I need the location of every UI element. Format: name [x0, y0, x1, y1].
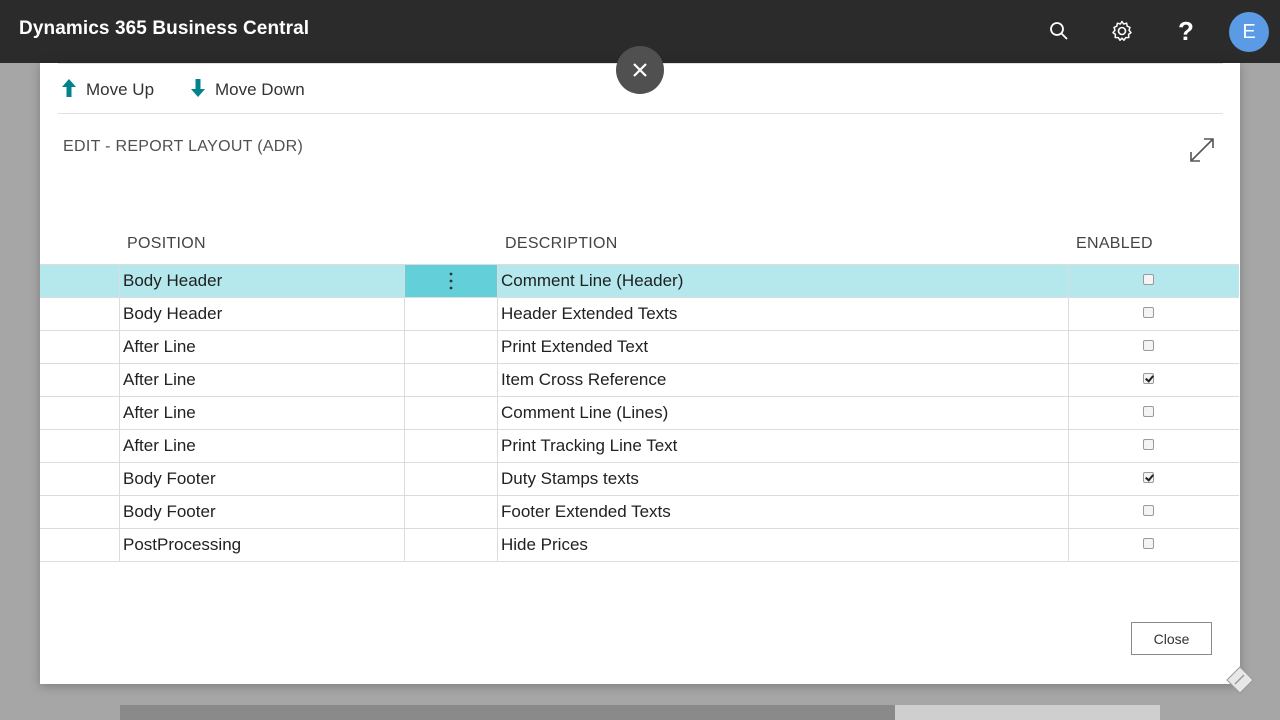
enabled-checkbox[interactable] [1142, 339, 1154, 351]
description-cell[interactable]: Comment Line (Header) [498, 265, 1069, 297]
enabled-checkbox[interactable] [1142, 372, 1154, 384]
row-menu-cell[interactable] [405, 430, 498, 462]
description-cell[interactable]: Item Cross Reference [498, 364, 1069, 396]
more-vertical-icon[interactable] [448, 272, 454, 290]
enabled-cell [1069, 430, 1239, 462]
row-selector[interactable] [40, 397, 120, 429]
position-cell[interactable]: Body Header [120, 298, 405, 330]
position-cell[interactable]: PostProcessing [120, 529, 405, 561]
row-selector[interactable] [40, 529, 120, 561]
column-header-enabled[interactable]: ENABLED [1076, 235, 1153, 253]
enabled-checkbox[interactable] [1142, 405, 1154, 417]
position-cell[interactable]: After Line [120, 430, 405, 462]
enabled-cell [1069, 331, 1239, 363]
gear-icon[interactable] [1107, 16, 1137, 46]
dialog-title: EDIT - REPORT LAYOUT (ADR) [63, 138, 304, 155]
row-selector[interactable] [40, 265, 120, 297]
arrow-down-icon [189, 78, 207, 103]
enabled-cell [1069, 496, 1239, 528]
position-cell[interactable]: After Line [120, 364, 405, 396]
enabled-cell [1069, 265, 1239, 297]
row-menu-cell[interactable] [405, 265, 498, 297]
row-menu-cell[interactable] [405, 463, 498, 495]
table-row[interactable]: Body Header Comment Line (Header) [40, 264, 1239, 298]
position-cell[interactable]: Body Footer [120, 496, 405, 528]
move-down-label: Move Down [215, 80, 305, 99]
description-cell[interactable]: Comment Line (Lines) [498, 397, 1069, 429]
enabled-cell [1069, 463, 1239, 495]
edit-report-layout-dialog: Move Up Move Down EDIT - REPORT LAYOUT (… [40, 46, 1240, 684]
description-cell[interactable]: Print Tracking Line Text [498, 430, 1069, 462]
row-selector[interactable] [40, 463, 120, 495]
description-cell[interactable]: Header Extended Texts [498, 298, 1069, 330]
enabled-cell [1069, 298, 1239, 330]
app-title: Dynamics 365 Business Central [19, 18, 310, 39]
enabled-cell [1069, 529, 1239, 561]
table-row[interactable]: Body Header Header Extended Texts [40, 298, 1239, 331]
expand-icon[interactable] [1187, 135, 1217, 165]
row-menu-cell[interactable] [405, 298, 498, 330]
row-menu-cell[interactable] [405, 331, 498, 363]
feedback-icon[interactable] [1225, 665, 1255, 700]
position-cell[interactable]: After Line [120, 397, 405, 429]
table-body: Body Header Comment Line (Header) Body Hea… [40, 264, 1239, 562]
enabled-checkbox[interactable] [1142, 471, 1154, 483]
search-icon[interactable] [1044, 16, 1074, 46]
row-menu-cell[interactable] [405, 397, 498, 429]
close-icon[interactable] [616, 46, 664, 94]
table-row[interactable]: After Line Item Cross Reference [40, 364, 1239, 397]
position-cell[interactable]: Body Footer [120, 463, 405, 495]
column-header-position[interactable]: POSITION [127, 235, 206, 253]
enabled-checkbox[interactable] [1142, 306, 1154, 318]
layout-table: POSITION DESCRIPTION ENABLED Body Header… [40, 230, 1239, 562]
row-selector[interactable] [40, 331, 120, 363]
position-cell[interactable]: Body Header [120, 265, 405, 297]
arrow-up-icon [60, 78, 78, 103]
row-menu-cell[interactable] [405, 364, 498, 396]
row-menu-cell[interactable] [405, 529, 498, 561]
row-selector[interactable] [40, 496, 120, 528]
row-selector[interactable] [40, 364, 120, 396]
background-scrollbar-thumb [120, 705, 895, 720]
description-cell[interactable]: Print Extended Text [498, 331, 1069, 363]
table-row[interactable]: After Line Print Extended Text [40, 331, 1239, 364]
help-icon[interactable]: ? [1171, 16, 1201, 46]
row-selector[interactable] [40, 298, 120, 330]
enabled-checkbox[interactable] [1142, 273, 1154, 285]
avatar[interactable]: E [1229, 12, 1269, 52]
table-row[interactable]: Body Footer Duty Stamps texts [40, 463, 1239, 496]
table-row[interactable]: PostProcessing Hide Prices [40, 529, 1239, 562]
column-header-description[interactable]: DESCRIPTION [505, 235, 618, 253]
table-header: POSITION DESCRIPTION ENABLED [40, 230, 1239, 264]
move-up-label: Move Up [86, 80, 155, 99]
description-cell[interactable]: Footer Extended Texts [498, 496, 1069, 528]
description-cell[interactable]: Hide Prices [498, 529, 1069, 561]
move-up-button[interactable]: Move Up [60, 78, 154, 102]
table-row[interactable]: After Line Comment Line (Lines) [40, 397, 1239, 430]
description-cell[interactable]: Duty Stamps texts [498, 463, 1069, 495]
enabled-cell [1069, 397, 1239, 429]
table-row[interactable]: Body Footer Footer Extended Texts [40, 496, 1239, 529]
enabled-cell [1069, 364, 1239, 396]
row-menu-cell[interactable] [405, 496, 498, 528]
move-down-button[interactable]: Move Down [189, 78, 305, 102]
enabled-checkbox[interactable] [1142, 438, 1154, 450]
close-button[interactable]: Close [1131, 622, 1212, 655]
enabled-checkbox[interactable] [1142, 537, 1154, 549]
row-selector[interactable] [40, 430, 120, 462]
table-row[interactable]: After Line Print Tracking Line Text [40, 430, 1239, 463]
enabled-checkbox[interactable] [1142, 504, 1154, 516]
position-cell[interactable]: After Line [120, 331, 405, 363]
